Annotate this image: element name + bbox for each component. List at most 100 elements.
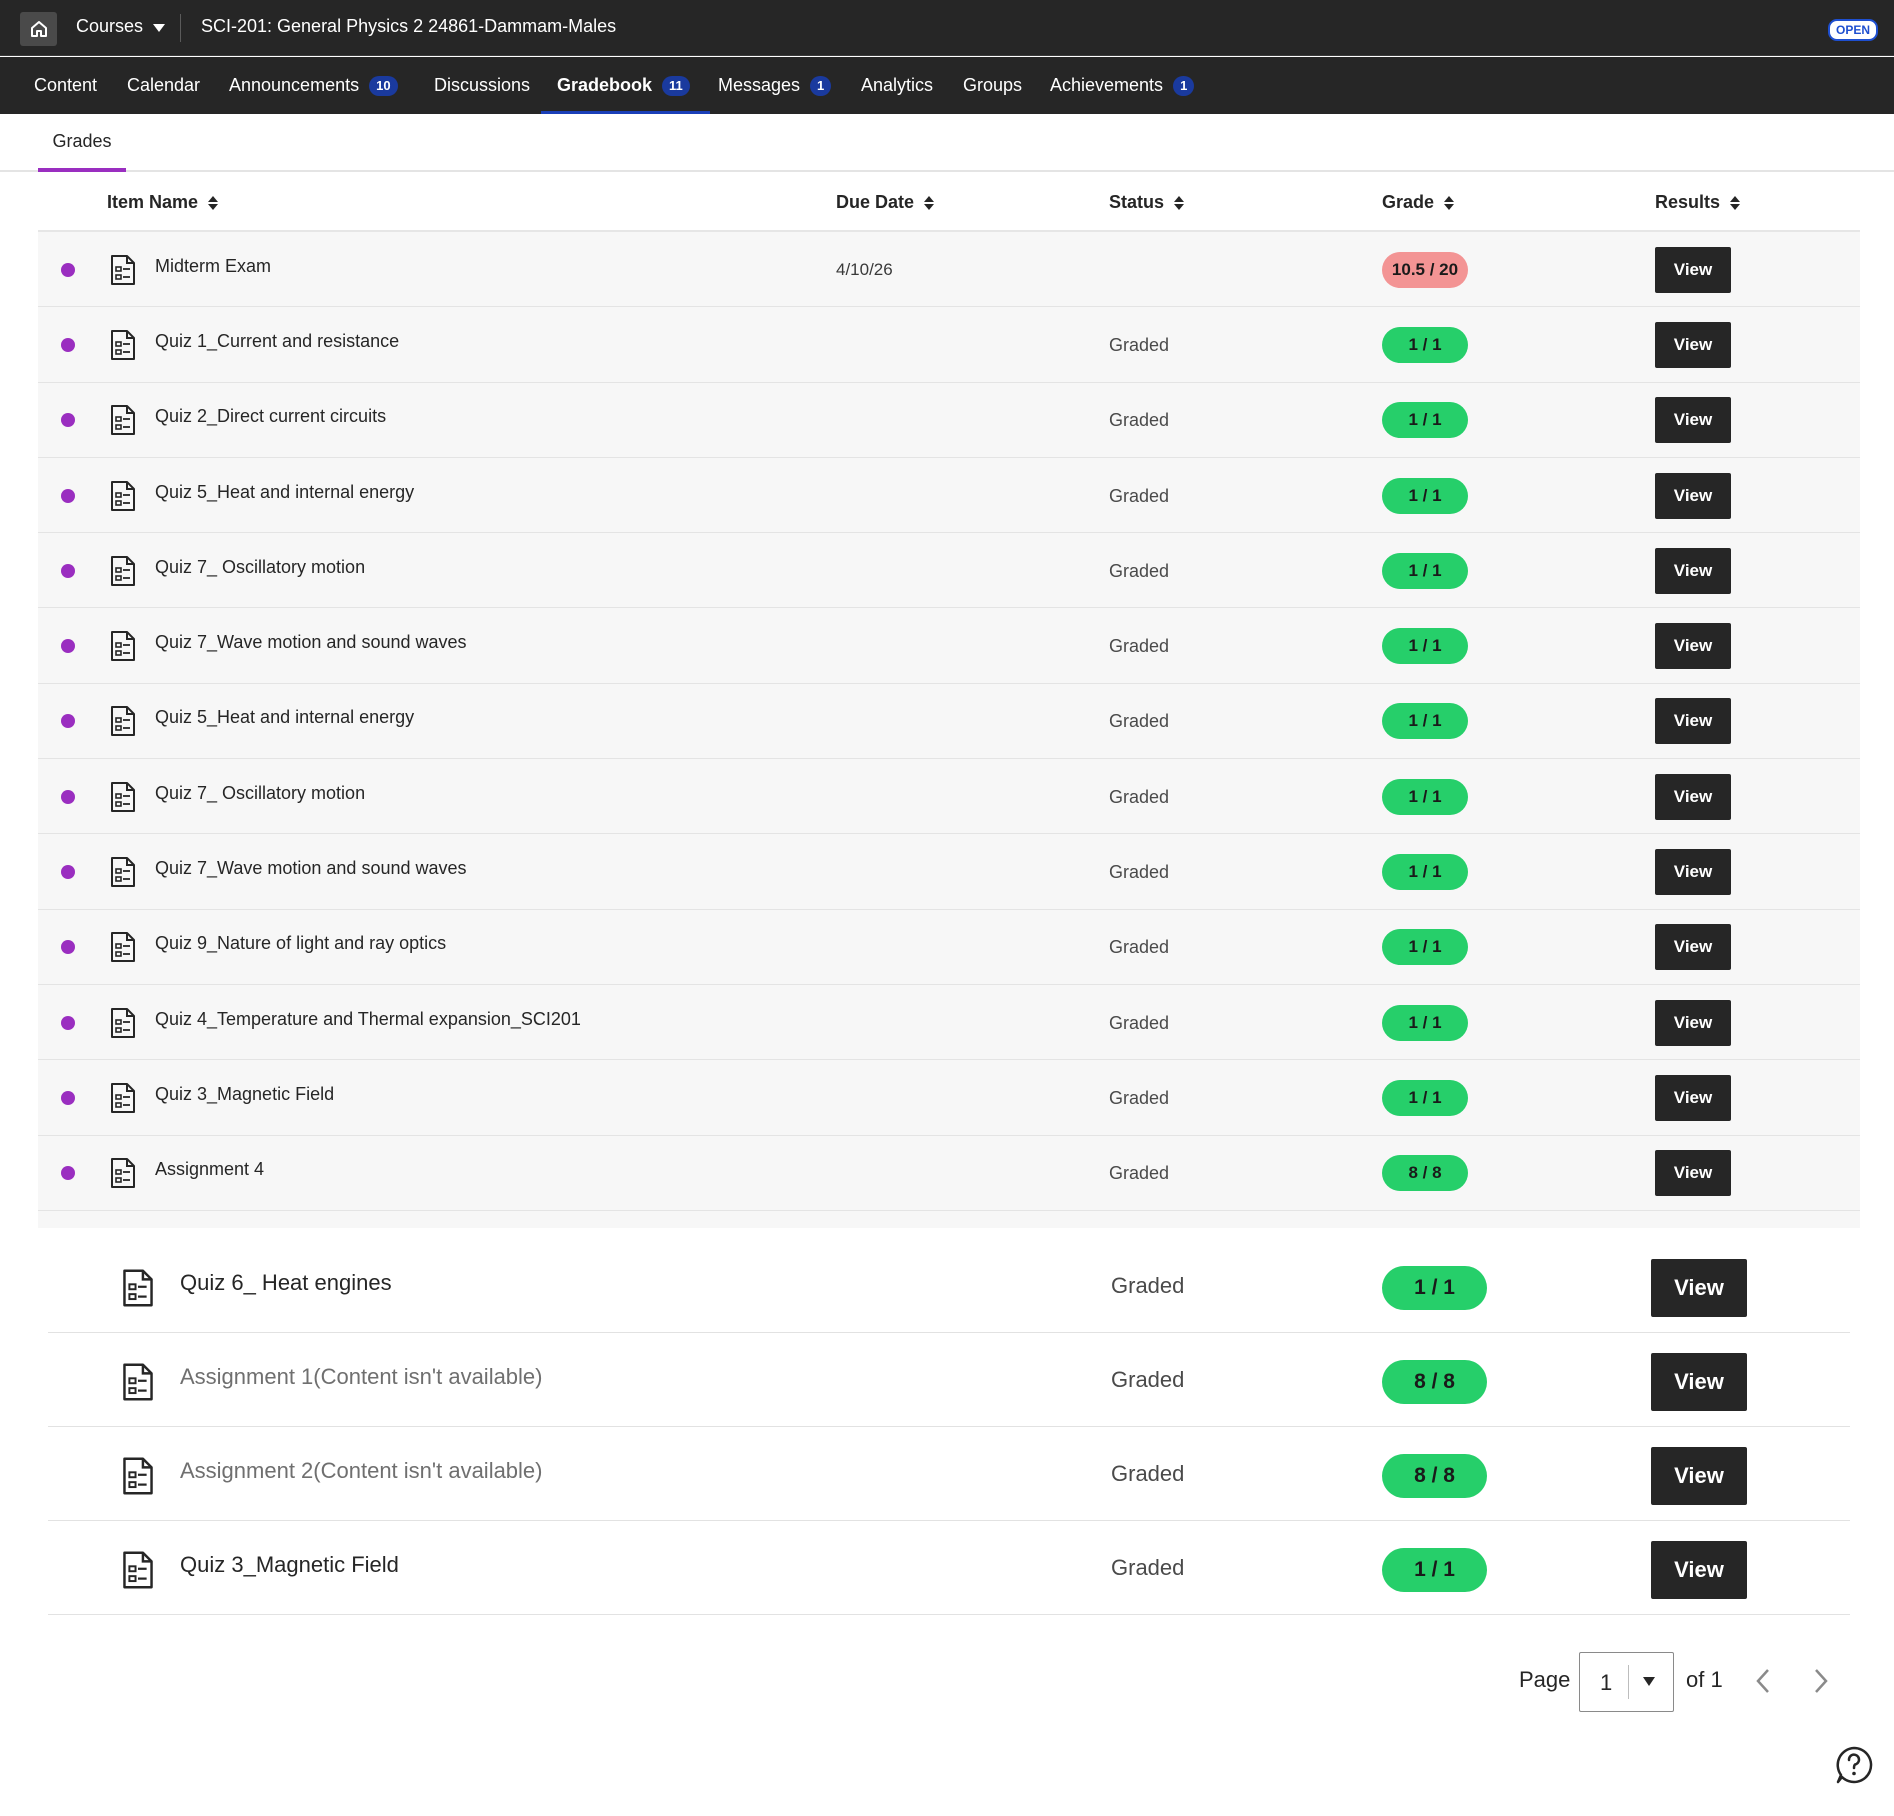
view-button[interactable]: View: [1655, 321, 1731, 368]
divider: [180, 14, 181, 42]
due-date: 4/10/26: [836, 259, 893, 279]
view-button[interactable]: View: [1655, 623, 1731, 670]
table-row: Assignment 1(Content isn't available) Gra…: [48, 1333, 1850, 1427]
item-name-link[interactable]: Quiz 2_Direct current circuits: [155, 406, 386, 427]
grades-table-body: Midterm Exam 4/10/26 10.5 / 20 View Quiz 1_C…: [38, 232, 1860, 1228]
document-icon: [110, 781, 136, 812]
status-text: Graded: [1109, 636, 1170, 657]
document-icon: [110, 480, 136, 511]
view-button[interactable]: View: [1655, 1074, 1731, 1121]
item-name-link: Assignment 2(Content isn't available): [180, 1458, 543, 1483]
unread-dot: [61, 865, 75, 880]
status-text: Graded: [1109, 485, 1170, 506]
page-select[interactable]: 1: [1579, 1652, 1674, 1712]
view-button[interactable]: View: [1655, 472, 1731, 519]
column-label: Results: [1655, 192, 1721, 212]
grade-pill: 1 / 1: [1382, 477, 1468, 514]
item-name-link[interactable]: Assignment 4: [155, 1159, 264, 1180]
page-select-value: 1: [1600, 1670, 1613, 1695]
nav-item-discussions[interactable]: Discussions: [434, 57, 530, 114]
caret-down-icon: [153, 23, 166, 32]
nav-item-announcements[interactable]: Announcements 10: [229, 57, 398, 114]
document-icon: [122, 1269, 154, 1307]
home-button[interactable]: [20, 12, 57, 46]
column-header-item-name[interactable]: Item Name: [107, 192, 219, 213]
caret-down-icon: [1643, 1677, 1655, 1686]
nav-item-gradebook[interactable]: Gradebook 11: [541, 57, 710, 114]
table-row: Quiz 5_Heat and internal energy Graded 1 /…: [38, 458, 1860, 534]
column-label: Grade: [1382, 192, 1435, 212]
column-header-status[interactable]: Status: [1109, 192, 1185, 213]
unread-dot: [61, 639, 75, 654]
sort-icon: [1174, 195, 1185, 210]
sort-icon: [208, 195, 219, 210]
unread-dot: [61, 1166, 75, 1181]
view-button[interactable]: View: [1651, 1259, 1747, 1317]
tab-grades[interactable]: Grades: [38, 114, 126, 172]
chevron-left-icon[interactable]: [1754, 1668, 1772, 1694]
item-name-link[interactable]: Quiz 3_Magnetic Field: [155, 1084, 334, 1105]
nav-item-content[interactable]: Content: [34, 57, 97, 114]
nav-label: Discussions: [434, 75, 531, 95]
view-button[interactable]: View: [1651, 1541, 1747, 1599]
nav-label: Announcements: [229, 75, 360, 95]
status-text: Graded: [1109, 560, 1170, 581]
item-name-link[interactable]: Quiz 5_Heat and internal energy: [155, 482, 414, 503]
table-row: Quiz 6_ Heat engines Graded 1 / 1 View: [48, 1239, 1850, 1333]
item-name-link: Assignment 1(Content isn't available): [180, 1364, 543, 1389]
sort-icon: [924, 195, 935, 210]
item-name-link[interactable]: Quiz 7_Wave motion and sound waves: [155, 632, 467, 653]
item-name-link[interactable]: Quiz 1_Current and resistance: [155, 331, 399, 352]
nav-label: Gradebook: [557, 75, 653, 95]
nav-item-analytics[interactable]: Analytics: [861, 57, 933, 114]
status-text: Graded: [1111, 1367, 1185, 1392]
document-icon: [110, 329, 136, 360]
column-header-due-date[interactable]: Due Date: [836, 192, 935, 213]
item-name-link[interactable]: Quiz 4_Temperature and Thermal expansion…: [155, 1009, 581, 1030]
document-icon: [110, 1158, 136, 1189]
document-icon: [110, 857, 136, 888]
item-name-link[interactable]: Quiz 5_Heat and internal energy: [155, 707, 414, 728]
item-name-link[interactable]: Quiz 6_ Heat engines: [180, 1270, 392, 1296]
chevron-right-icon[interactable]: [1812, 1668, 1830, 1694]
item-name-link[interactable]: Quiz 7_Wave motion and sound waves: [155, 858, 467, 879]
column-header-results[interactable]: Results: [1655, 192, 1741, 213]
nav-item-calendar[interactable]: Calendar: [127, 57, 200, 114]
grade-pill: 1 / 1: [1382, 1266, 1487, 1310]
view-button[interactable]: View: [1655, 1150, 1731, 1197]
nav-item-groups[interactable]: Groups: [963, 57, 1022, 114]
view-button[interactable]: View: [1655, 849, 1731, 896]
grade-pill: 1 / 1: [1382, 703, 1468, 740]
courses-menu[interactable]: Courses: [76, 16, 166, 37]
help-icon[interactable]: [1834, 1745, 1874, 1785]
view-button[interactable]: View: [1655, 698, 1731, 745]
nav-label: Content: [34, 75, 98, 95]
item-name-link[interactable]: Quiz 3_Magnetic Field: [180, 1552, 399, 1578]
view-button[interactable]: View: [1655, 924, 1731, 971]
sort-icon: [1730, 195, 1741, 210]
item-name-link[interactable]: Quiz 7_ Oscillatory motion: [155, 557, 365, 578]
view-button[interactable]: View: [1651, 1447, 1747, 1505]
document-icon: [122, 1551, 154, 1589]
view-button[interactable]: View: [1655, 397, 1731, 444]
item-name-link[interactable]: Midterm Exam: [155, 256, 271, 277]
sort-icon: [1444, 195, 1455, 210]
view-button[interactable]: View: [1655, 773, 1731, 820]
nav-item-achievements[interactable]: Achievements 1: [1050, 57, 1195, 114]
view-button[interactable]: View: [1655, 999, 1731, 1046]
grade-pill: 1 / 1: [1382, 854, 1468, 891]
document-icon: [110, 405, 136, 436]
item-name-link[interactable]: Quiz 7_ Oscillatory motion: [155, 783, 365, 804]
view-button[interactable]: View: [1655, 547, 1731, 594]
unread-dot: [61, 940, 75, 955]
view-button[interactable]: View: [1651, 1353, 1747, 1411]
view-button[interactable]: View: [1655, 246, 1731, 293]
status-text: Graded: [1109, 1087, 1170, 1108]
table-row: Quiz 4_Temperature and Thermal expansion…: [38, 985, 1860, 1061]
divider: [1628, 1665, 1629, 1699]
item-name-link[interactable]: Quiz 9_Nature of light and ray optics: [155, 933, 446, 954]
nav-item-messages[interactable]: Messages 1: [718, 57, 832, 114]
table-row: Quiz 1_Current and resistance Graded 1 / 1…: [38, 307, 1860, 383]
open-badge[interactable]: OPEN: [1827, 19, 1878, 41]
column-header-grade[interactable]: Grade: [1382, 192, 1455, 213]
